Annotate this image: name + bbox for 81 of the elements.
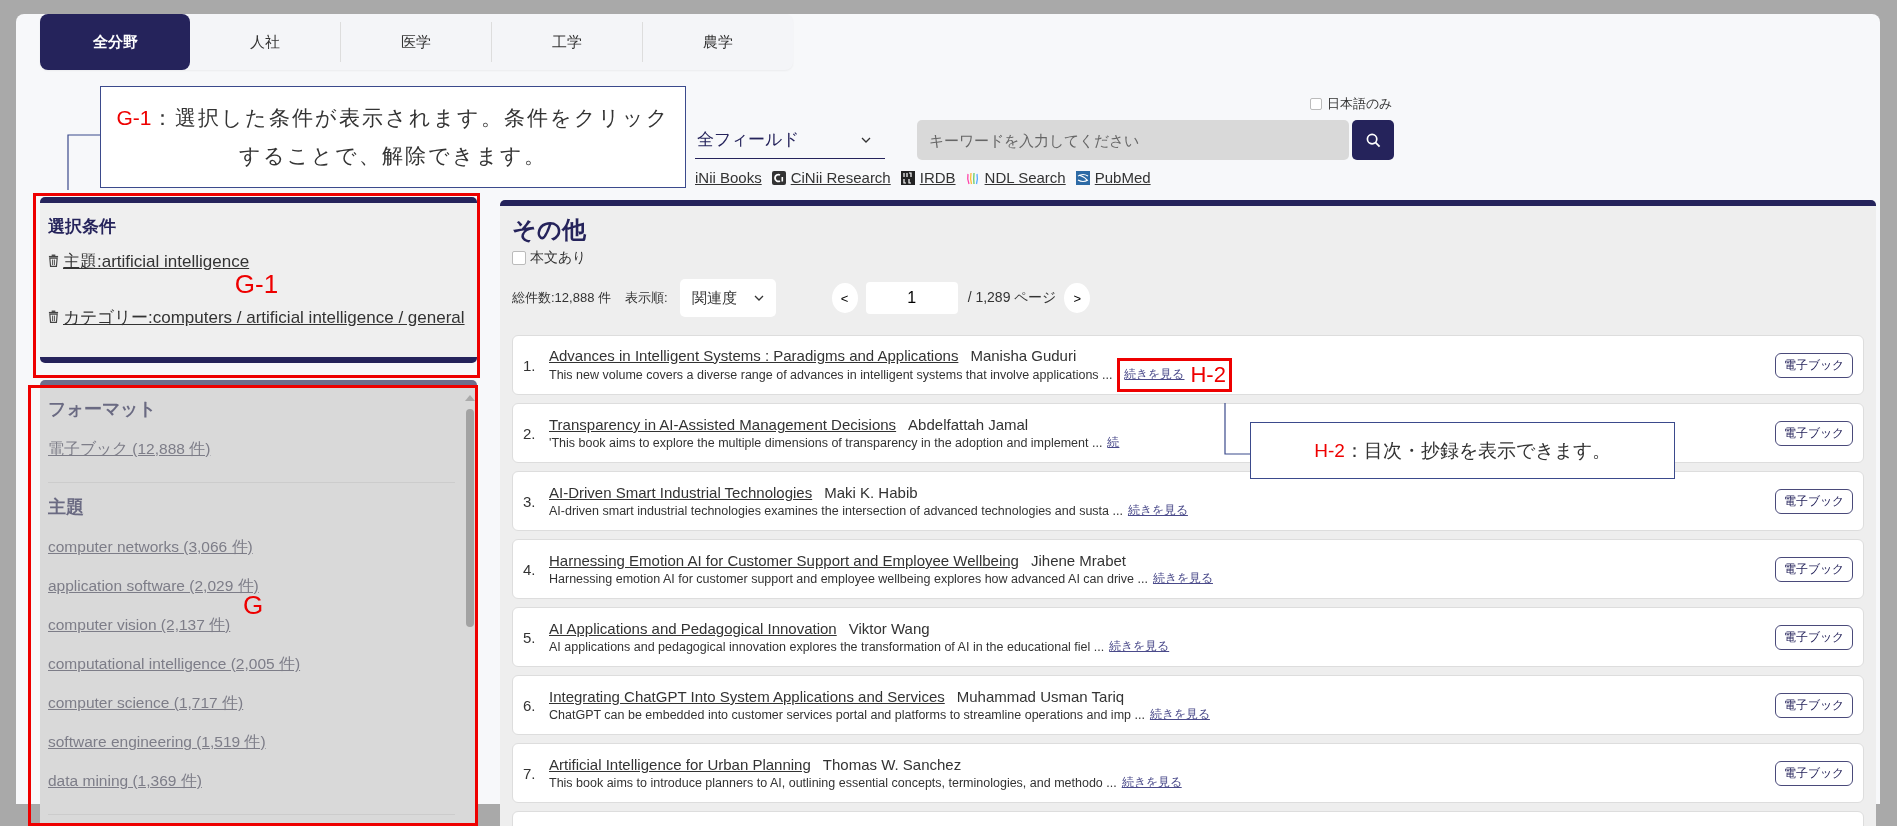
- author-name: Viktor Wang: [848, 620, 930, 637]
- author-name: Jihene Mrabet: [1030, 552, 1127, 569]
- result-title-link[interactable]: AI-Driven Smart Industrial Technologies: [549, 484, 813, 501]
- result-title-link[interactable]: Advances in Intelligent Systems : Paradigms and Applications: [549, 346, 959, 364]
- category-tab[interactable]: 全分野: [40, 14, 190, 70]
- source-link[interactable]: CiNii Research: [790, 169, 891, 186]
- ebook-button[interactable]: 電子ブック: [1775, 488, 1853, 514]
- source-link[interactable]: IRDB: [919, 169, 956, 186]
- search-button[interactable]: [1352, 120, 1394, 160]
- panel-title: その他: [512, 215, 587, 245]
- category-tab[interactable]: 人社: [190, 22, 340, 62]
- summary-text: Harnessing emotion AI for customer support and employee wellbeing explores how advanced AI can drive ...: [549, 571, 1148, 586]
- author-name: Abdelfattah Jamal: [908, 416, 1029, 433]
- chevron-icon: [753, 295, 764, 301]
- condition-link[interactable]: カテゴリー:computers / artificial intelligence / general: [48, 306, 469, 330]
- author-name: Maki K. Habib: [824, 484, 918, 501]
- wave-icon: [1075, 170, 1090, 185]
- previous-page-button[interactable]: <: [831, 283, 858, 313]
- author-name: Muhammad Usman Tariq: [956, 688, 1125, 705]
- ebook-button[interactable]: 電子ブック: [1775, 624, 1853, 650]
- author-name: Manisha Guduri: [970, 346, 1077, 364]
- result-title-link[interactable]: Artificial Intelligence for Urban Planning: [549, 756, 811, 773]
- result-number: 5.: [523, 628, 537, 646]
- page-count: / 1,289 ページ: [967, 289, 1057, 307]
- result-number: 7.: [523, 764, 537, 782]
- facet-heading: フォーマット: [48, 398, 157, 421]
- facet-heading: 主題: [48, 496, 85, 519]
- category-tab[interactable]: 農学: [642, 22, 793, 62]
- logo-icon: [771, 170, 786, 185]
- result-number: 6.: [523, 696, 537, 714]
- trash-icon: [48, 310, 59, 323]
- more-link[interactable]: 続きを見る: [1121, 775, 1182, 790]
- ebook-button[interactable]: 電子ブック: [1775, 760, 1853, 786]
- source-link[interactable]: NDL Search: [984, 169, 1066, 186]
- summary-text: AI applications and pedagogical innovation explores the transformation of AI in the educational fiel ...: [549, 639, 1105, 654]
- summary-text: This book aims to introduce planners to AI, outlining essential concepts, terminologies, and methodo ...: [549, 775, 1117, 790]
- field-dropdown[interactable]: 全フィールド: [695, 121, 885, 159]
- result-title-link[interactable]: AI Applications and Pedagogical Innovation: [549, 620, 837, 637]
- callout-text: G-1：選択した条件が表示されます。条件をクリックすることで、解除できます。: [115, 105, 671, 169]
- result-title-link[interactable]: Integrating ChatGPT Into System Applications and Services: [549, 688, 945, 705]
- category-tab[interactable]: 工学: [491, 22, 642, 62]
- result-title-link[interactable]: Harnessing Emotion AI for Customer Support and Employee Wellbeing: [549, 552, 1019, 569]
- sort-dropdown[interactable]: 関連度: [679, 279, 776, 317]
- category-tab[interactable]: 医学: [340, 22, 491, 62]
- result-title-link[interactable]: Transparency in AI-Assisted Management Decisions: [549, 416, 897, 433]
- summary-text: ChatGPT can be embedded into customer services portal and platforms to streamline operations and imp ...: [549, 707, 1145, 722]
- author-name: Thomas W. Sanchez: [822, 756, 962, 773]
- more-link[interactable]: 続きを見る: [1127, 503, 1188, 518]
- more-link[interactable]: 続きを見る: [1152, 571, 1213, 586]
- source-link[interactable]: iNii Books: [695, 169, 762, 186]
- ebook-button[interactable]: 電子ブック: [1775, 420, 1853, 446]
- fulltext-checkbox[interactable]: 本文あり: [512, 249, 1864, 267]
- result-number: 3.: [523, 492, 537, 510]
- source-link[interactable]: PubMed: [1094, 169, 1151, 186]
- panel-title: 選択条件: [48, 216, 117, 238]
- callout-text: H-2：目次・抄録を表示できます。: [1314, 438, 1611, 463]
- more-link[interactable]: 続: [1107, 435, 1120, 450]
- sort-label: 表示順:: [625, 289, 668, 307]
- result-number: 1.: [523, 356, 537, 374]
- result-number: 2.: [523, 424, 537, 442]
- result-number: 4.: [523, 560, 537, 578]
- trash-icon: [48, 254, 59, 267]
- japanese-only-checkbox[interactable]: 日本語のみ: [1310, 96, 1392, 112]
- summary-text: This new volume covers a diverse range of advances in intelligent systems that involve applications ...: [549, 367, 1113, 382]
- ebook-button[interactable]: 電子ブック: [1775, 692, 1853, 718]
- more-link[interactable]: 続きを見る: [1149, 707, 1210, 722]
- total-count: 総件数:12,888 件: [512, 289, 611, 307]
- more-link[interactable]: 続きを見る: [1124, 367, 1185, 382]
- more-link[interactable]: 続きを見る: [1109, 639, 1170, 654]
- summary-text: AI-driven smart industrial technologies examines the intersection of advanced technologies and susta ...: [549, 503, 1123, 518]
- next-page-button[interactable]: >: [1064, 283, 1091, 313]
- chevron-icon: [861, 136, 871, 143]
- ebook-button[interactable]: 電子ブック: [1775, 352, 1853, 378]
- summary-text: 'This book aims to explore the multiple dimensions of transparency in the adoption and implement ...: [549, 435, 1103, 450]
- ebook-button[interactable]: 電子ブック: [1775, 556, 1853, 582]
- stripes-icon: [965, 170, 980, 185]
- logo-icon: [900, 170, 915, 185]
- search-field[interactable]: キーワードを入力してください: [917, 120, 1349, 160]
- search-icon: [1365, 132, 1381, 148]
- annotation-label: H-2: [1190, 361, 1226, 388]
- page-number-field[interactable]: 1: [865, 282, 958, 314]
